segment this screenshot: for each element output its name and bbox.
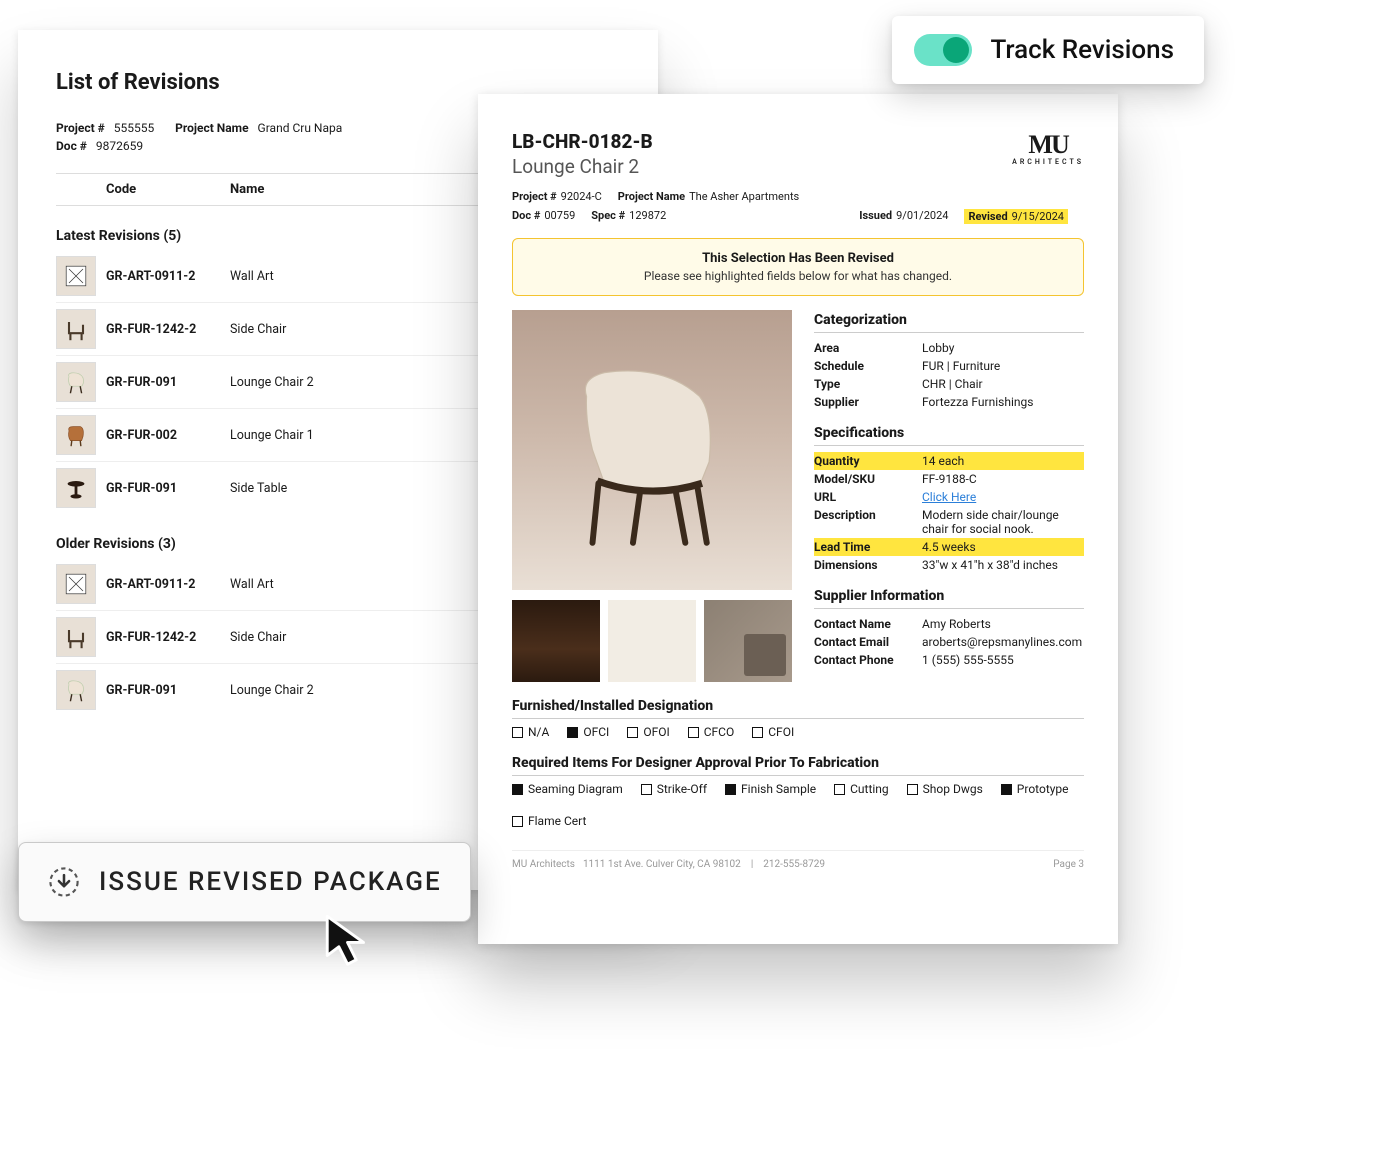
designation-option[interactable]: CFCO: [688, 725, 735, 739]
required-item-option[interactable]: Prototype: [1001, 782, 1069, 796]
required-item-option[interactable]: Strike-Off: [641, 782, 707, 796]
required-item-option[interactable]: Flame Cert: [512, 814, 586, 828]
revision-code: GR-FUR-002: [106, 428, 226, 443]
revision-code: GR-ART-0911-2: [106, 577, 226, 592]
spec-code: LB-CHR-0182-B: [512, 130, 1084, 153]
revision-code: GR-ART-0911-2: [106, 269, 226, 284]
checkbox-icon: [752, 727, 763, 738]
download-circle-icon: [47, 865, 81, 899]
designation-heading: Furnished/Installed Designation: [512, 698, 1084, 719]
required-item-option[interactable]: Finish Sample: [725, 782, 816, 796]
revision-thumb: [56, 670, 96, 710]
spec-title: Lounge Chair 2: [512, 155, 1084, 178]
list-title: List of Revisions: [56, 70, 620, 95]
track-revisions-toggle[interactable]: [914, 34, 972, 66]
swatch-wood: [512, 600, 600, 682]
swatch-pillow: [704, 600, 792, 682]
lead-time-row-highlighted: Lead Time4.5 weeks: [814, 538, 1084, 556]
track-revisions-card: Track Revisions: [892, 16, 1204, 84]
spec-url-link[interactable]: Click Here: [922, 490, 976, 504]
revision-code: GR-FUR-091: [106, 375, 226, 390]
required-item-option[interactable]: Shop Dwgs: [907, 782, 983, 796]
spec-footer: MU Architects 1111 1st Ave. Culver City,…: [512, 850, 1084, 870]
proj-name-label: Project Name: [175, 121, 248, 135]
proj-num: 555555: [114, 121, 154, 135]
quantity-row-highlighted: Quantity14 each: [814, 452, 1084, 470]
mu-architects-logo: MU ARCHITECTS: [1012, 130, 1084, 166]
required-item-option[interactable]: Seaming Diagram: [512, 782, 623, 796]
product-image: [512, 310, 792, 590]
doc-num-label: Doc #: [56, 139, 87, 153]
checkbox-icon: [512, 784, 523, 795]
revision-code: GR-FUR-091: [106, 481, 226, 496]
revision-thumb: [56, 309, 96, 349]
checkbox-icon: [907, 784, 918, 795]
checkbox-icon: [512, 816, 523, 827]
spec-sheet-document: LB-CHR-0182-B Lounge Chair 2 MU ARCHITEC…: [478, 94, 1118, 944]
required-item-option[interactable]: Cutting: [834, 782, 889, 796]
col-code: Code: [106, 182, 226, 197]
proj-num-label: Project #: [56, 121, 105, 135]
issue-revised-package-label: ISSUE REVISED PACKAGE: [99, 867, 442, 897]
checkbox-icon: [641, 784, 652, 795]
designation-option[interactable]: OFOI: [627, 725, 669, 739]
specifications-heading: Specifications: [814, 425, 1084, 446]
cursor-icon: [320, 912, 378, 970]
checkbox-icon: [834, 784, 845, 795]
designation-option[interactable]: OFCI: [567, 725, 609, 739]
checkbox-icon: [627, 727, 638, 738]
revision-code: GR-FUR-091: [106, 683, 226, 698]
revision-thumb: [56, 415, 96, 455]
revision-code: GR-FUR-1242-2: [106, 630, 226, 645]
issue-revised-package-button[interactable]: ISSUE REVISED PACKAGE: [18, 842, 471, 922]
revision-thumb: [56, 468, 96, 508]
revision-thumb: [56, 564, 96, 604]
checkbox-icon: [567, 727, 578, 738]
doc-num: 9872659: [96, 139, 143, 153]
revision-thumb: [56, 617, 96, 657]
revised-highlight: Revised9/15/2024: [964, 209, 1068, 224]
swatch-row: [512, 600, 792, 682]
track-revisions-label: Track Revisions: [990, 35, 1174, 65]
checkbox-icon: [512, 727, 523, 738]
required-items-heading: Required Items For Designer Approval Pri…: [512, 755, 1084, 776]
revision-thumb: [56, 362, 96, 402]
checkbox-icon: [725, 784, 736, 795]
categorization-heading: Categorization: [814, 312, 1084, 333]
designation-option[interactable]: N/A: [512, 725, 549, 739]
revision-code: GR-FUR-1242-2: [106, 322, 226, 337]
supplier-info-heading: Supplier Information: [814, 588, 1084, 609]
revision-thumb: [56, 256, 96, 296]
designation-option[interactable]: CFOI: [752, 725, 794, 739]
swatch-fabric: [608, 600, 696, 682]
proj-name: Grand Cru Napa: [258, 121, 343, 135]
checkbox-icon: [688, 727, 699, 738]
checkbox-icon: [1001, 784, 1012, 795]
revision-banner: This Selection Has Been Revised Please s…: [512, 238, 1084, 296]
